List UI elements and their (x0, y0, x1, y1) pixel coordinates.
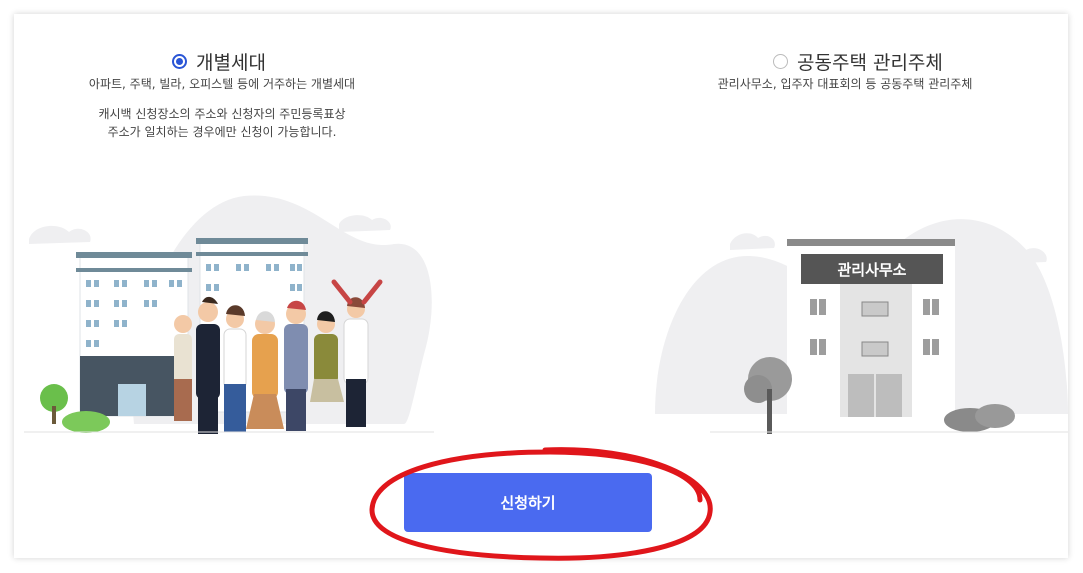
option-apartment-management-description: 관리사무소, 입주자 대표회의 등 공동주택 관리주체 (717, 77, 973, 91)
option-individual-household[interactable]: 개별세대 (172, 48, 266, 75)
management-office-sign: 관리사무소 (837, 261, 906, 279)
radio-apartment-management[interactable] (773, 54, 788, 69)
option-apartment-management-label: 공동주택 관리주체 (797, 52, 943, 74)
option-individual-household-notice-2: 주소가 일치하는 경우에만 신청이 가능합니다. (107, 125, 337, 139)
option-individual-household-label: 개별세대 (196, 52, 266, 74)
option-individual-household-notice-1: 캐시백 신청장소의 주소와 신청자의 주민등록표상 (98, 107, 346, 121)
option-individual-household-description: 아파트, 주택, 빌라, 오피스텔 등에 거주하는 개별세대 (88, 77, 356, 91)
management-office-illustration: 관리사무소 (655, 219, 1068, 434)
apply-button[interactable]: 신청하기 (404, 473, 652, 532)
individual-household-illustration (24, 195, 434, 434)
radio-individual-household[interactable] (172, 54, 187, 69)
option-apartment-management[interactable]: 공동주택 관리주체 (773, 48, 943, 75)
